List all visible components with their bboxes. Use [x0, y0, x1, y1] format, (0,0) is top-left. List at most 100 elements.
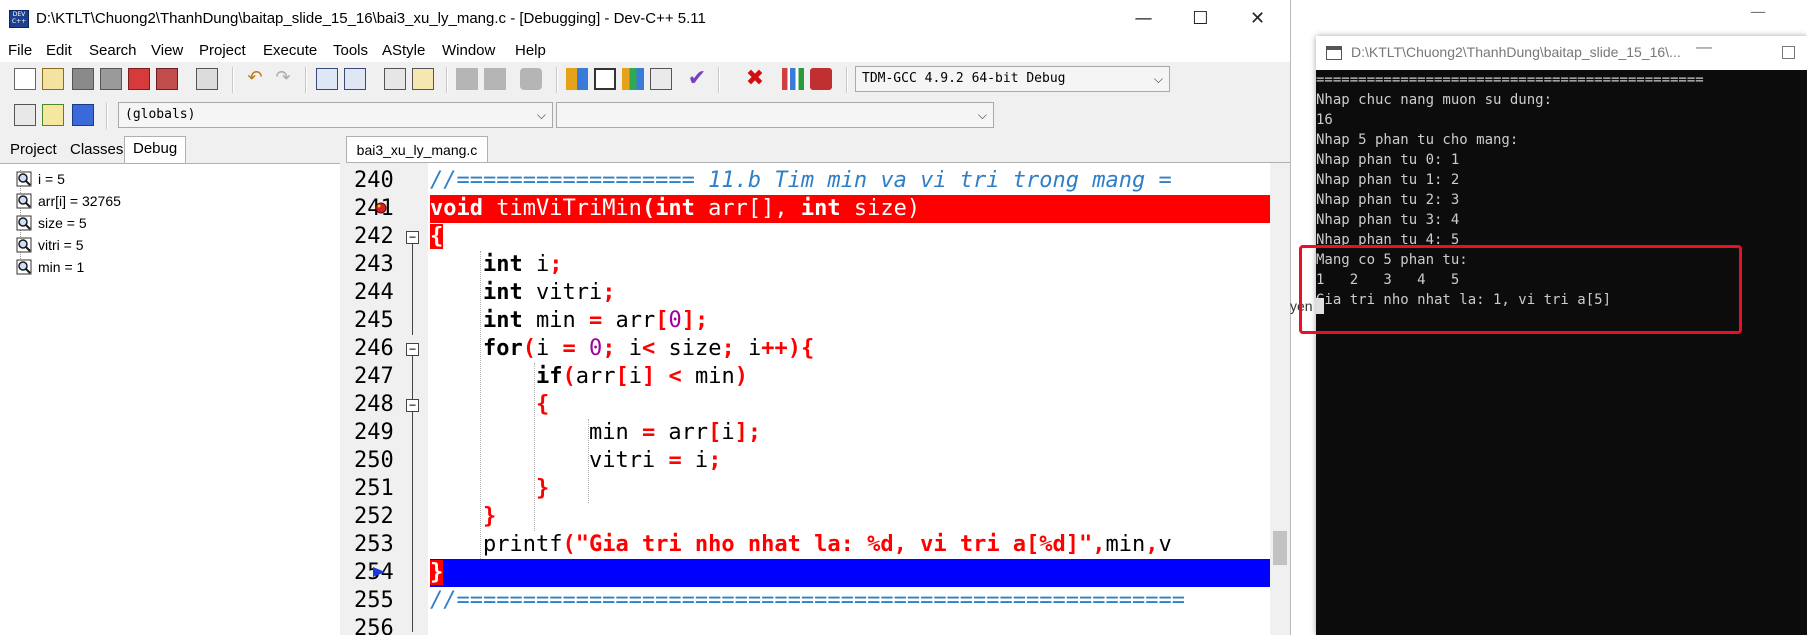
chevron-down-icon: ⌵ — [536, 108, 546, 122]
chevron-down-icon: ⌵ — [1153, 72, 1163, 86]
debug-watch-tree: i = 5 arr[i] = 32765 size = 5 vitri = 5 … — [0, 163, 340, 635]
close-button[interactable]: ✕ — [1229, 0, 1286, 38]
insert-icon[interactable] — [14, 104, 36, 126]
save-all-icon[interactable] — [100, 68, 122, 90]
menu-bar: File Edit Search View Project Execute To… — [0, 38, 1290, 62]
replace-icon[interactable] — [344, 68, 366, 90]
fold-collapse-icon[interactable]: − — [406, 343, 419, 356]
code-line-247: if(arr[i] < min) — [535, 364, 748, 389]
toggle-comment-icon[interactable] — [520, 68, 542, 90]
menu-file[interactable]: File — [8, 42, 32, 59]
breakpoint-icon[interactable] — [374, 201, 388, 215]
editor-vertical-scrollbar[interactable] — [1270, 163, 1290, 635]
code-line-254: } — [430, 559, 1270, 587]
scrollbar-thumb[interactable] — [1273, 531, 1287, 565]
fold-collapse-icon[interactable]: − — [406, 399, 419, 412]
goto-line-icon[interactable] — [384, 68, 406, 90]
line-number: 255 — [354, 588, 394, 613]
open-file-icon[interactable] — [42, 68, 64, 90]
fold-guide — [412, 492, 413, 632]
syntax-check-icon[interactable]: ✔ — [686, 68, 708, 90]
unindent-icon[interactable] — [484, 68, 506, 90]
menu-tools[interactable]: Tools — [333, 42, 368, 59]
compile-icon[interactable] — [566, 68, 588, 90]
toolbar-separator — [446, 67, 448, 93]
console-output[interactable]: ========================================… — [1316, 70, 1807, 635]
menu-help[interactable]: Help — [515, 42, 546, 59]
menu-window[interactable]: Window — [442, 42, 495, 59]
code-line-243: int i; — [482, 252, 563, 277]
compiler-select[interactable]: TDM-GCC 4.9.2 64-bit Debug ⌵ — [855, 66, 1170, 92]
watch-text: min = 1 — [38, 259, 85, 275]
class-toolbar: (globals) ⌵ ⌵ — [0, 98, 1000, 134]
devcpp-app-icon: DEV C++ — [9, 10, 29, 28]
toggle-bookmark-icon[interactable] — [42, 104, 64, 126]
menu-astyle[interactable]: AStyle — [382, 42, 425, 59]
code-line-246: for(i = 0; i< size; i++){ — [482, 336, 815, 361]
code-line-249: min = arr[i]; — [588, 420, 762, 445]
console-line: Nhap phan tu 3: 4 — [1316, 212, 1460, 228]
devcpp-window: DEV C++ D:\KTLT\Chuong2\ThanhDung\baitap_… — [0, 0, 1291, 635]
maximize-button[interactable]: ☐ — [1172, 0, 1229, 38]
run-icon[interactable] — [594, 68, 616, 90]
close-file-icon[interactable] — [128, 68, 150, 90]
goto-function-icon[interactable] — [412, 68, 434, 90]
watch-item[interactable]: vitri = 5 — [16, 234, 84, 256]
console-line: ========================================… — [1316, 72, 1704, 88]
watch-item[interactable]: i = 5 — [16, 168, 65, 190]
line-number: 244 — [354, 280, 394, 305]
line-number: 243 — [354, 252, 394, 277]
toolbar-separator — [718, 67, 720, 93]
save-icon[interactable] — [72, 68, 94, 90]
menu-execute[interactable]: Execute — [263, 42, 317, 59]
chevron-down-icon: ⌵ — [977, 108, 987, 122]
line-number: 251 — [354, 476, 394, 501]
watch-text: vitri = 5 — [38, 237, 84, 253]
watch-item[interactable]: size = 5 — [16, 212, 87, 234]
redo-icon[interactable]: ↷ — [272, 68, 294, 90]
scope-select[interactable]: (globals) ⌵ — [118, 102, 553, 128]
code-line-248: { — [535, 392, 550, 417]
console-window: D:\KTLT\Chuong2\ThanhDung\baitap_slide_1… — [1316, 36, 1807, 635]
compile-run-icon[interactable] — [622, 68, 644, 90]
delete-profile-icon[interactable] — [810, 68, 832, 90]
tab-project[interactable]: Project — [2, 138, 65, 162]
rebuild-all-icon[interactable] — [650, 68, 672, 90]
watch-magnifier-icon — [16, 259, 32, 275]
line-number: 245 — [354, 308, 394, 333]
menu-view[interactable]: View — [151, 42, 183, 59]
new-file-icon[interactable] — [14, 68, 36, 90]
find-icon[interactable] — [316, 68, 338, 90]
editor-tab-file[interactable]: bai3_xu_ly_mang.c — [346, 136, 488, 163]
code-line-250: vitri = i; — [588, 448, 722, 473]
stop-execution-icon[interactable]: ✖ — [744, 68, 766, 90]
code-line-244: int vitri; — [482, 280, 616, 305]
tab-classes[interactable]: Classes — [62, 138, 131, 162]
menu-search[interactable]: Search — [89, 42, 137, 59]
line-number: 248 — [354, 392, 394, 417]
goto-bookmark-icon[interactable] — [72, 104, 94, 126]
fold-collapse-icon[interactable]: − — [406, 231, 419, 244]
console-maximize-icon[interactable] — [1782, 46, 1795, 59]
function-select[interactable]: ⌵ — [556, 102, 994, 128]
indent-icon[interactable] — [456, 68, 478, 90]
watch-item[interactable]: min = 1 — [16, 256, 84, 278]
console-line: Nhap chuc nang muon su dung: — [1316, 92, 1553, 108]
console-minimize-icon[interactable]: — — [1696, 39, 1712, 57]
print-icon[interactable] — [196, 68, 218, 90]
code-line-253: printf("Gia tri nho nhat la: %d, vi tri … — [482, 532, 1172, 557]
ide-title-bar[interactable]: DEV C++ D:\KTLT\Chuong2\ThanhDung\baitap_… — [0, 0, 1290, 38]
watch-item[interactable]: arr[i] = 32765 — [16, 190, 121, 212]
code-editor[interactable]: 240 241 242 243 244 245 246 247 248 249 … — [346, 162, 1290, 635]
menu-edit[interactable]: Edit — [46, 42, 72, 59]
profile-icon[interactable] — [782, 68, 804, 90]
console-title-bar[interactable]: D:\KTLT\Chuong2\ThanhDung\baitap_slide_1… — [1316, 36, 1807, 70]
line-number: 240 — [354, 168, 394, 193]
tab-debug[interactable]: Debug — [124, 136, 187, 164]
menu-project[interactable]: Project — [199, 42, 246, 59]
close-all-icon[interactable] — [156, 68, 178, 90]
undo-icon[interactable]: ↶ — [244, 68, 266, 90]
compiler-select-value: TDM-GCC 4.9.2 64-bit Debug — [862, 71, 1066, 86]
minimize-button[interactable]: — — [1115, 0, 1172, 38]
fold-guide — [412, 356, 413, 399]
